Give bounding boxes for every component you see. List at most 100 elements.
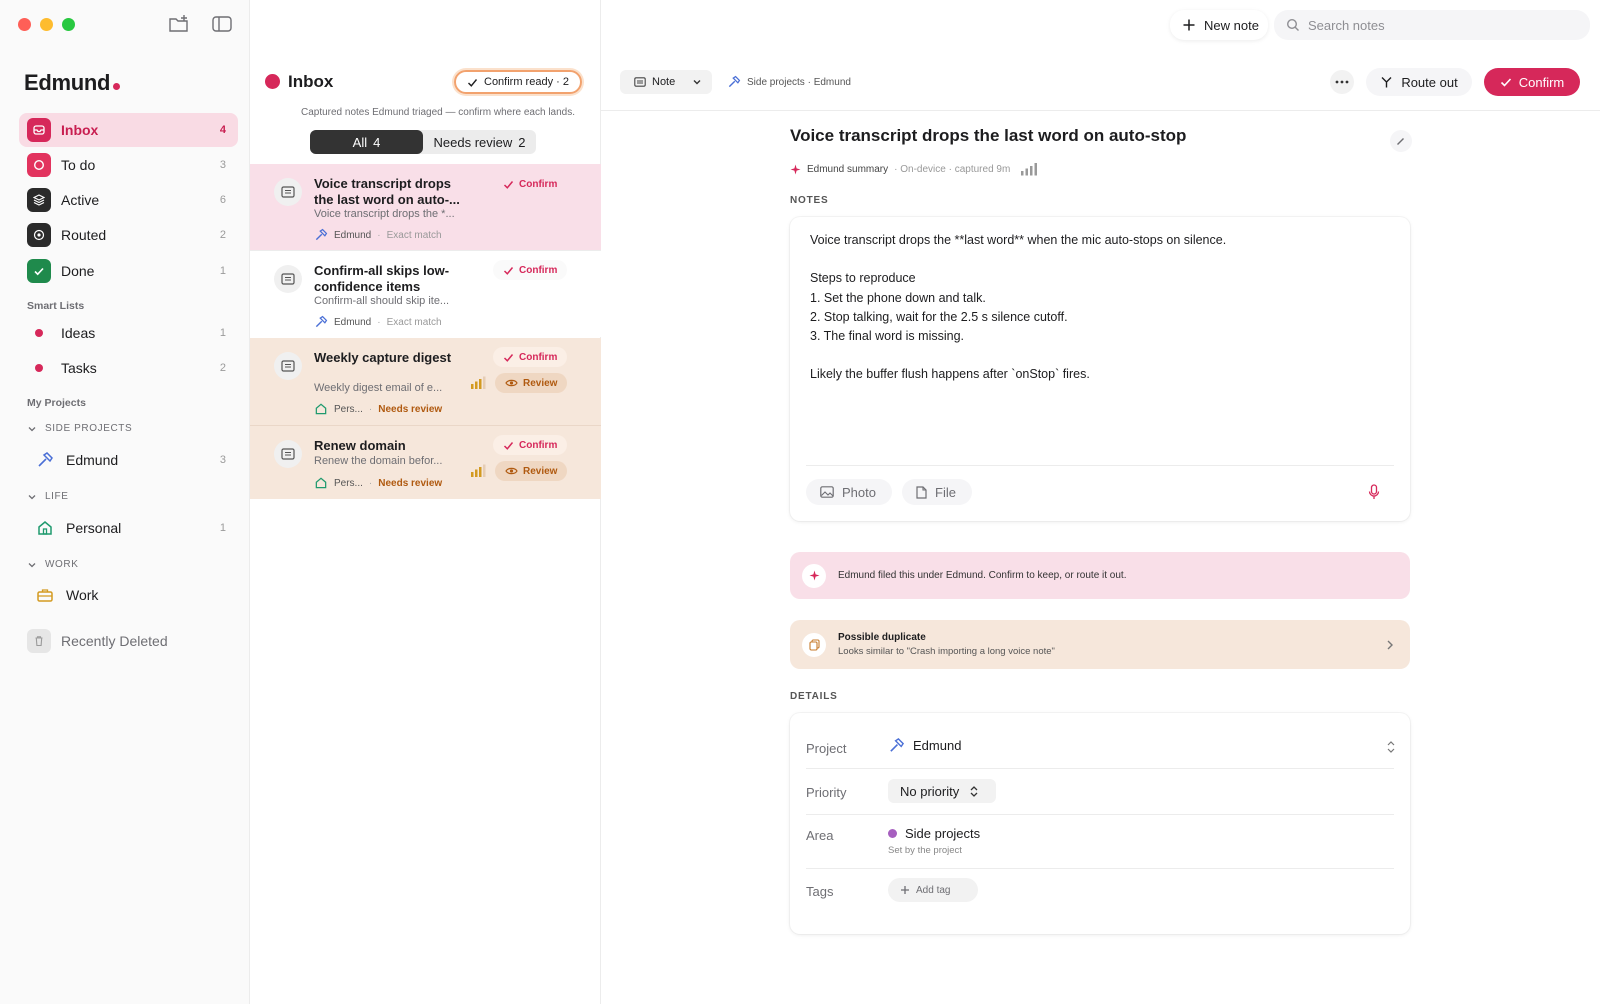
note-doc-icon [274,178,302,206]
my-projects-heading: My Projects [27,397,86,409]
search-input[interactable]: Search notes [1274,10,1590,40]
confidence-bars-icon [471,464,486,477]
sidebar-item-label: Edmund [66,452,119,468]
chevron-right-icon [1387,640,1393,649]
sidebar-item-count: 2 [219,229,226,241]
sidebar-item-count: 6 [219,194,226,206]
sidebar-item-personal[interactable]: Personal 1 [36,513,238,543]
note-type-select[interactable]: Note [620,70,712,94]
area-subtext: Set by the project [888,845,962,856]
house-icon [315,403,327,415]
microphone-icon[interactable] [1368,484,1380,500]
sidebar-item-recently-deleted[interactable]: Recently Deleted [19,624,238,658]
check-icon [503,353,514,362]
confidence-bars-icon [471,376,486,389]
inbox-dot-icon [265,74,280,89]
card-meta: Pers... · Needs review [314,476,442,490]
breadcrumb[interactable]: Side projects · Edmund [727,75,851,89]
chevron-down-icon [28,494,36,499]
sidebar-item-count: 1 [219,522,226,534]
new-note-button[interactable]: New note [1170,10,1268,40]
layers-icon [27,188,51,212]
more-options-button[interactable] [1330,70,1354,94]
chevron-down-icon [693,80,701,85]
copy-icon [802,632,826,657]
card-title: Renew domain [314,438,406,453]
chevron-down-icon [28,562,36,567]
note-body[interactable]: Voice transcript drops the **last word**… [810,231,1390,385]
smart-lists-heading: Smart Lists [27,300,85,312]
trash-icon [27,629,51,653]
hammer-icon [315,315,328,328]
confirm-chip[interactable]: Confirm [493,174,567,194]
sidebar-item-work[interactable]: Work [36,580,238,610]
zoom-window-button[interactable] [62,18,75,31]
confirm-button[interactable]: Confirm [1484,68,1580,96]
group-work[interactable]: WORK [27,559,79,570]
card-title: Confirm-all skips low-confidence items [314,263,450,294]
list-item[interactable]: Voice transcript drops the last word on … [250,164,601,250]
confirm-chip[interactable]: Confirm [493,347,568,367]
sidebar-item-done[interactable]: Done 1 [19,254,238,288]
house-icon [315,477,327,489]
route-out-button[interactable]: Route out [1366,68,1472,96]
card-excerpt: Voice transcript drops the *... [314,208,455,220]
note-doc-icon [274,352,302,380]
list-subtitle: Captured notes Edmund triaged — confirm … [300,107,576,118]
notes-panel: Voice transcript drops the **last word**… [790,217,1410,521]
list-dot-icon [35,329,43,337]
sidebar-item-label: Personal [66,520,122,536]
confirm-chip[interactable]: Confirm [493,260,568,280]
sidebar-item-count: 4 [219,124,226,136]
sidebar-item-todo[interactable]: To do 3 [19,148,238,182]
sparkle-icon [790,164,801,174]
list-item[interactable]: Weekly capture digest Weekly digest emai… [250,338,601,425]
review-chip[interactable]: Review [495,461,568,481]
confirm-ready-button[interactable]: Confirm ready · 2 [454,70,582,94]
project-select[interactable]: Edmund [888,737,961,754]
sidebar-item-active[interactable]: Active 6 [19,183,238,217]
list-item[interactable]: Confirm-all skips low-confidence items C… [250,251,601,337]
check-icon [1500,78,1511,87]
sidebar-item-label: Tasks [61,360,97,376]
updown-chevron-icon[interactable] [1386,740,1396,754]
summary-line: Edmund summary · On-device · captured 9m [790,162,1038,176]
sidebar-item-routed[interactable]: Routed 2 [19,218,238,252]
review-chip[interactable]: Review [495,373,568,393]
sidebar-item-count: 1 [219,327,226,339]
sidebar-toggle-icon[interactable] [212,16,232,32]
duplicate-banner[interactable]: Possible duplicate Looks similar to "Cra… [790,620,1410,669]
close-window-button[interactable] [18,18,31,31]
chevron-down-icon [28,426,36,431]
note-doc-icon [634,77,646,87]
note-title[interactable]: Voice transcript drops the last word on … [790,126,1186,146]
area-label: Area [806,828,834,843]
minimize-window-button[interactable] [40,18,53,31]
add-file-button[interactable]: File [902,479,972,505]
list-item[interactable]: Renew domain Renew the domain befor... P… [250,426,601,499]
card-meta: Edmund · Exact match [314,228,442,242]
priority-select[interactable]: No priority [888,779,996,803]
check-icon [503,441,514,450]
confirm-chip[interactable]: Confirm [493,435,568,455]
signal-bars-icon [1021,163,1038,176]
inbox-list-column: Inbox Confirm ready · 2 Captured notes E… [250,0,601,1004]
eye-icon [505,379,518,387]
sidebar-item-inbox[interactable]: Inbox 4 [19,113,238,147]
notes-heading: NOTES [790,195,829,206]
segment-needs-review[interactable]: Needs review 2 [423,130,536,154]
sidebar-item-edmund[interactable]: Edmund 3 [36,445,238,475]
edit-title-button[interactable] [1390,130,1412,152]
group-side-projects[interactable]: SIDE PROJECTS [27,423,132,434]
sparkle-icon [802,563,826,588]
sidebar-item-ideas[interactable]: Ideas 1 [19,316,238,350]
new-folder-icon[interactable] [168,14,190,34]
card-meta: Pers... · Needs review [314,402,442,416]
group-life[interactable]: LIFE [27,491,69,502]
add-tag-button[interactable]: Add tag [888,878,978,902]
sidebar-item-tasks[interactable]: Tasks 2 [19,351,238,385]
segment-all[interactable]: All 4 [310,130,423,154]
add-photo-button[interactable]: Photo [806,479,892,505]
briefcase-icon [37,589,53,602]
eye-icon [505,467,518,475]
